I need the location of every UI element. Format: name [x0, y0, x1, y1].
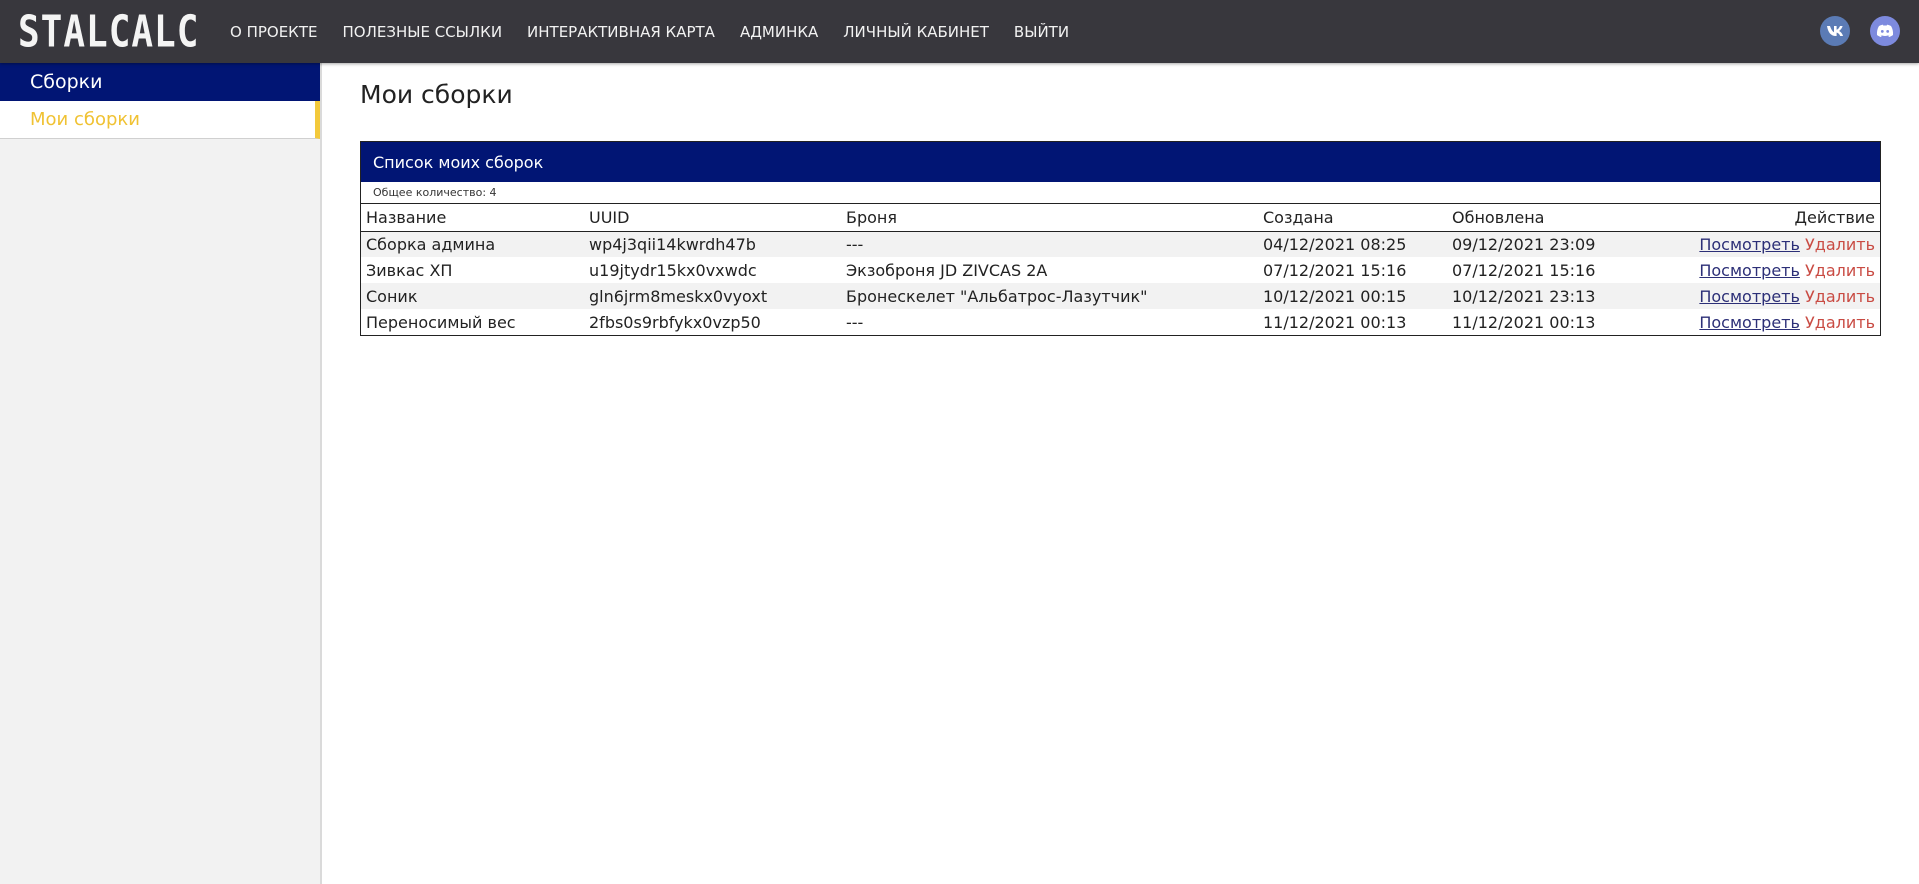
- column-header-armor: Броня: [841, 204, 1258, 232]
- builds-table: Название UUID Броня Создана Обновлена Де…: [361, 204, 1880, 335]
- panel-title: Список моих сборок: [361, 142, 1880, 182]
- view-link[interactable]: Посмотреть: [1699, 287, 1800, 306]
- site-logo[interactable]: STALCALC: [18, 6, 199, 59]
- cell-armor: Бронескелет "Альбатрос-Лазутчик": [841, 283, 1258, 309]
- cell-uuid: u19jtydr15kx0vxwdc: [589, 260, 757, 280]
- cell-created: 10/12/2021 00:15: [1258, 283, 1447, 309]
- delete-link[interactable]: Удалить: [1805, 313, 1875, 332]
- main-nav: О ПРОЕКТЕ ПОЛЕЗНЫЕ ССЫЛКИ ИНТЕРАКТИВНАЯ …: [230, 0, 1094, 63]
- cell-name: Переносимый вес: [366, 312, 516, 332]
- cell-uuid: gln6jrm8meskx0vyoxt: [584, 283, 841, 309]
- table-row: Переносимый вес 2fbs0s9rbfykx0vzp50 --- …: [361, 309, 1880, 335]
- cell-updated: 09/12/2021 23:09: [1447, 231, 1682, 257]
- top-navbar: STALCALC О ПРОЕКТЕ ПОЛЕЗНЫЕ ССЫЛКИ ИНТЕР…: [0, 0, 1919, 63]
- cell-armor: ---: [841, 231, 1258, 257]
- page-title: Мои сборки: [360, 80, 513, 109]
- cell-armor: Экзоброня JD ZIVCAS 2A: [846, 260, 1048, 280]
- column-header-updated: Обновлена: [1447, 204, 1682, 232]
- delete-link[interactable]: Удалить: [1805, 261, 1875, 280]
- cell-actions: Посмотреть Удалить: [1682, 231, 1880, 257]
- column-header-name: Название: [361, 204, 584, 232]
- vk-icon[interactable]: [1820, 16, 1850, 46]
- table-header-row: Название UUID Броня Создана Обновлена Де…: [361, 204, 1880, 232]
- delete-link[interactable]: Удалить: [1805, 235, 1875, 254]
- view-link[interactable]: Посмотреть: [1699, 235, 1800, 254]
- table-row: Соник gln6jrm8meskx0vyoxt Бронескелет "А…: [361, 283, 1880, 309]
- table-row: Зивкас ХП u19jtydr15kx0vxwdc Экзоброня J…: [361, 257, 1880, 283]
- cell-uuid: 2fbs0s9rbfykx0vzp50: [589, 312, 761, 332]
- cell-actions: Посмотреть Удалить: [1682, 309, 1880, 335]
- nav-logout[interactable]: ВЫЙТИ: [1014, 23, 1069, 41]
- nav-interactive-map[interactable]: ИНТЕРАКТИВНАЯ КАРТА: [527, 23, 715, 41]
- cell-actions: Посмотреть Удалить: [1682, 257, 1880, 283]
- column-header-uuid: UUID: [584, 204, 841, 232]
- cell-created: 11/12/2021 00:13: [1263, 312, 1407, 332]
- cell-name: Зивкас ХП: [366, 260, 453, 280]
- column-header-action: Действие: [1682, 204, 1880, 232]
- cell-created: 04/12/2021 08:25: [1258, 231, 1447, 257]
- view-link[interactable]: Посмотреть: [1699, 261, 1800, 280]
- total-count: Общее количество: 4: [361, 182, 1880, 204]
- cell-uuid: wp4j3qii14kwrdh47b: [584, 231, 841, 257]
- builds-panel: Список моих сборок Общее количество: 4 Н…: [360, 141, 1881, 336]
- view-link[interactable]: Посмотреть: [1699, 313, 1800, 332]
- sidebar-section-builds: Сборки: [0, 63, 320, 101]
- nav-about[interactable]: О ПРОЕКТЕ: [230, 23, 317, 41]
- nav-personal-account[interactable]: ЛИЧНЫЙ КАБИНЕТ: [843, 23, 989, 41]
- cell-updated: 10/12/2021 23:13: [1447, 283, 1682, 309]
- cell-name: Соник: [361, 283, 584, 309]
- cell-updated: 11/12/2021 00:13: [1452, 312, 1596, 332]
- cell-actions: Посмотреть Удалить: [1682, 283, 1880, 309]
- discord-icon[interactable]: [1870, 16, 1900, 46]
- cell-armor: ---: [846, 312, 864, 332]
- cell-name: Сборка админа: [361, 231, 584, 257]
- table-row: Сборка админа wp4j3qii14kwrdh47b --- 04/…: [361, 231, 1880, 257]
- nav-useful-links[interactable]: ПОЛЕЗНЫЕ ССЫЛКИ: [342, 23, 502, 41]
- nav-admin[interactable]: АДМИНКА: [740, 23, 818, 41]
- column-header-created: Создана: [1258, 204, 1447, 232]
- sidebar: Сборки Мои сборки: [0, 63, 322, 884]
- sidebar-item-my-builds[interactable]: Мои сборки: [0, 101, 320, 139]
- delete-link[interactable]: Удалить: [1805, 287, 1875, 306]
- cell-updated: 07/12/2021 15:16: [1452, 260, 1596, 280]
- cell-created: 07/12/2021 15:16: [1263, 260, 1407, 280]
